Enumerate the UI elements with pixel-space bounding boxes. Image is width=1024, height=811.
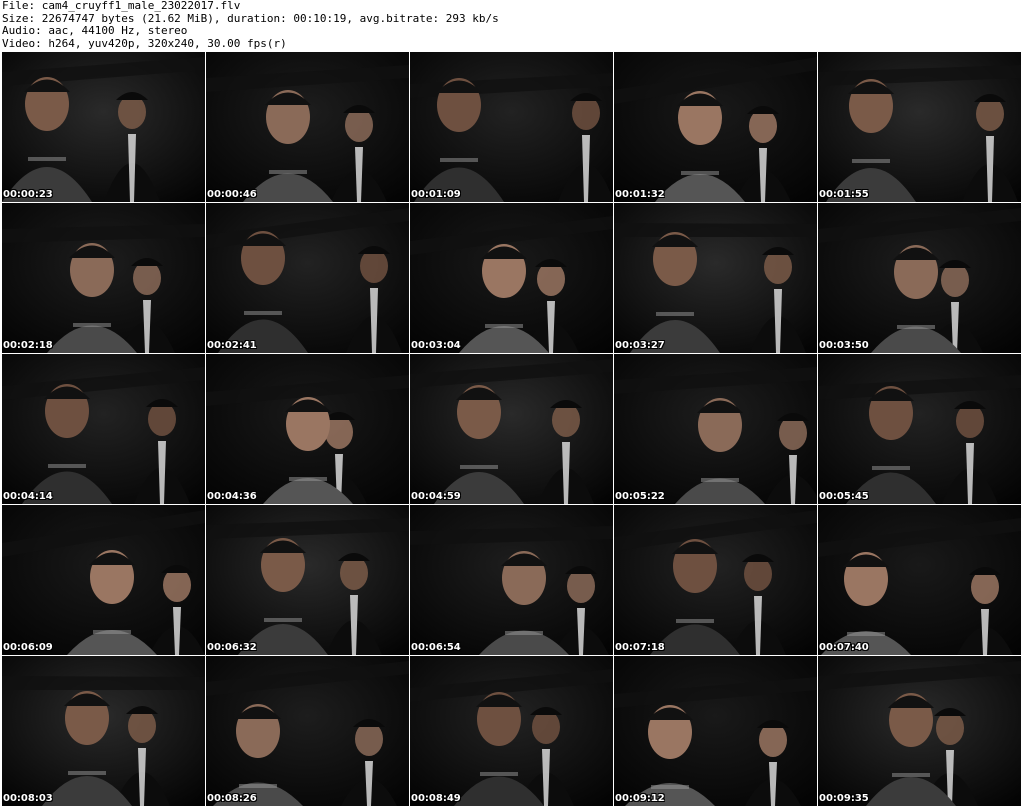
frame-image	[410, 656, 613, 806]
frame-timestamp: 00:01:09	[411, 189, 461, 200]
frame-image	[206, 52, 409, 202]
frame-image	[206, 656, 409, 806]
frame-timestamp: 00:04:14	[3, 491, 53, 502]
frame-timestamp: 00:06:09	[3, 642, 53, 653]
video-frame-thumbnail: 00:03:27	[614, 203, 817, 353]
frame-timestamp: 00:08:49	[411, 793, 461, 804]
video-frame-thumbnail: 00:09:35	[818, 656, 1021, 806]
audio-info-line: Audio: aac, 44100 Hz, stereo	[2, 24, 188, 37]
frame-timestamp: 00:00:46	[207, 189, 257, 200]
frame-timestamp: 00:03:27	[615, 340, 665, 351]
video-frame-thumbnail: 00:07:18	[614, 505, 817, 655]
frame-image	[614, 52, 817, 202]
frame-timestamp: 00:03:50	[819, 340, 869, 351]
frame-image	[614, 656, 817, 806]
file-name-line: File: cam4_cruyff1_male_23022017.flv	[2, 0, 241, 12]
frame-timestamp: 00:00:23	[3, 189, 53, 200]
frame-timestamp: 00:06:54	[411, 642, 461, 653]
frame-timestamp: 00:07:40	[819, 642, 869, 653]
frame-image	[818, 656, 1021, 806]
frame-timestamp: 00:04:59	[411, 491, 461, 502]
frame-image	[818, 203, 1021, 353]
video-frame-thumbnail: 00:01:09	[410, 52, 613, 202]
frame-image	[2, 203, 205, 353]
frame-image	[614, 354, 817, 504]
frame-image	[206, 203, 409, 353]
frame-timestamp: 00:05:45	[819, 491, 869, 502]
video-frame-thumbnail: 00:06:32	[206, 505, 409, 655]
frame-timestamp: 00:06:32	[207, 642, 257, 653]
frame-timestamp: 00:08:26	[207, 793, 257, 804]
frame-timestamp: 00:09:12	[615, 793, 665, 804]
frame-image	[818, 52, 1021, 202]
frame-image	[2, 52, 205, 202]
video-frame-thumbnail: 00:04:59	[410, 354, 613, 504]
frame-image	[206, 354, 409, 504]
video-frame-thumbnail: 00:01:32	[614, 52, 817, 202]
file-info-header: File: cam4_cruyff1_male_23022017.flv Siz…	[0, 0, 1024, 52]
frame-timestamp: 00:01:32	[615, 189, 665, 200]
frame-image	[2, 505, 205, 655]
video-frame-thumbnail: 00:03:50	[818, 203, 1021, 353]
frame-timestamp: 00:05:22	[615, 491, 665, 502]
video-frame-thumbnail: 00:06:54	[410, 505, 613, 655]
video-frame-thumbnail: 00:01:55	[818, 52, 1021, 202]
frame-image	[614, 505, 817, 655]
frame-image	[818, 505, 1021, 655]
frame-image	[410, 52, 613, 202]
video-frame-thumbnail: 00:08:26	[206, 656, 409, 806]
frame-image	[818, 354, 1021, 504]
frame-timestamp: 00:04:36	[207, 491, 257, 502]
video-frame-thumbnail: 00:09:12	[614, 656, 817, 806]
video-frame-thumbnail: 00:07:40	[818, 505, 1021, 655]
frame-timestamp: 00:08:03	[3, 793, 53, 804]
video-frame-thumbnail: 00:00:23	[2, 52, 205, 202]
frame-image	[206, 505, 409, 655]
video-frame-thumbnail: 00:00:46	[206, 52, 409, 202]
video-frame-thumbnail: 00:08:49	[410, 656, 613, 806]
frame-image	[614, 203, 817, 353]
frame-image	[410, 505, 613, 655]
frame-timestamp: 00:07:18	[615, 642, 665, 653]
video-frame-thumbnail: 00:04:14	[2, 354, 205, 504]
thumbnail-grid: 00:00:23 00:00:46 00:01:09 00:01:32 00:01:55…	[2, 52, 1022, 807]
frame-timestamp: 00:09:35	[819, 793, 869, 804]
frame-image	[2, 354, 205, 504]
frame-timestamp: 00:01:55	[819, 189, 869, 200]
video-frame-thumbnail: 00:06:09	[2, 505, 205, 655]
video-frame-thumbnail: 00:02:41	[206, 203, 409, 353]
video-frame-thumbnail: 00:04:36	[206, 354, 409, 504]
frame-timestamp: 00:03:04	[411, 340, 461, 351]
video-frame-thumbnail: 00:08:03	[2, 656, 205, 806]
frame-image	[410, 354, 613, 504]
frame-image	[2, 656, 205, 806]
video-frame-thumbnail: 00:05:22	[614, 354, 817, 504]
video-info-line: Video: h264, yuv420p, 320x240, 30.00 fps…	[2, 36, 287, 50]
video-frame-thumbnail: 00:05:45	[818, 354, 1021, 504]
frame-timestamp: 00:02:18	[3, 340, 53, 351]
video-frame-thumbnail: 00:03:04	[410, 203, 613, 353]
frame-image	[410, 203, 613, 353]
video-frame-thumbnail: 00:02:18	[2, 203, 205, 353]
frame-timestamp: 00:02:41	[207, 340, 257, 351]
